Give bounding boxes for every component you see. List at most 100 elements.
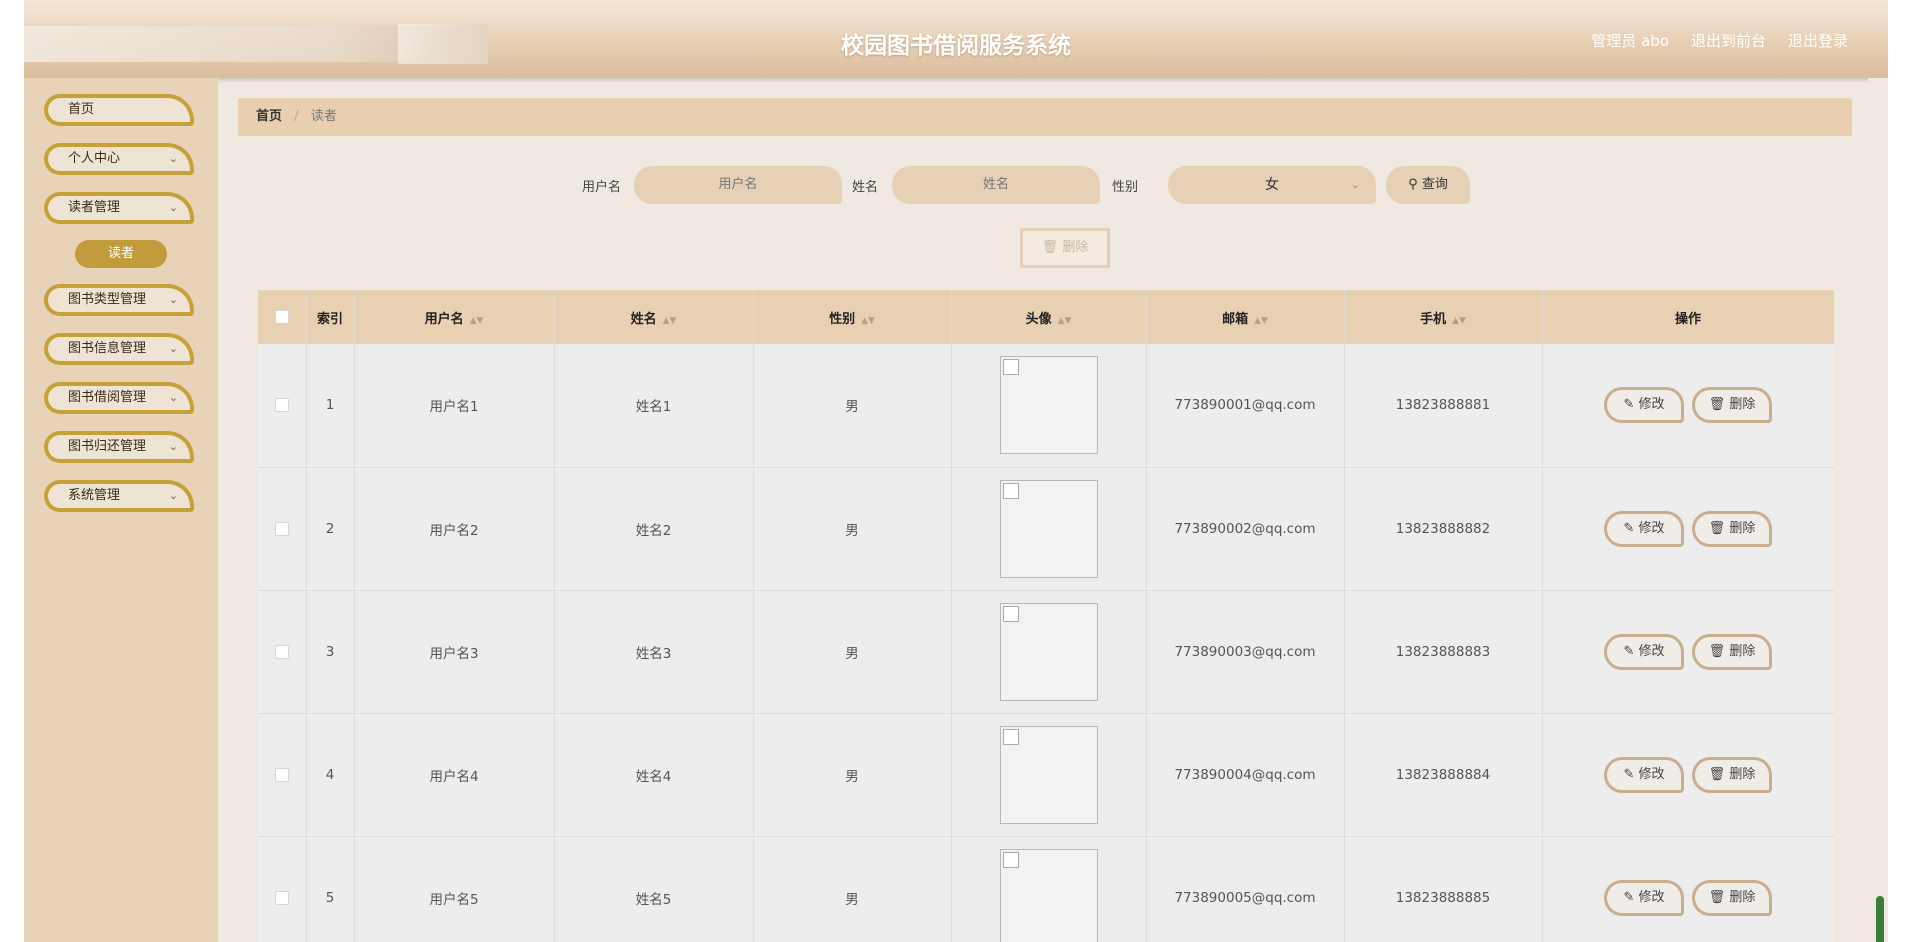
sidebar-subitem-reader[interactable]: 读者 bbox=[75, 240, 167, 268]
username-search-input[interactable] bbox=[634, 166, 842, 204]
cell-phone: 13823888882 bbox=[1344, 467, 1543, 590]
row-checkbox[interactable] bbox=[274, 644, 289, 659]
row-select-cell bbox=[258, 467, 307, 590]
reader-table: 索引 用户名 ▲▼ 姓名 ▲▼ 性别 ▲▼ 头像 ▲▼ 邮箱 ▲▼ 手机 ▲▼ 操作 1 bbox=[258, 290, 1834, 942]
gender-select-value: 女 bbox=[1265, 177, 1279, 193]
cell-index: 1 bbox=[306, 344, 355, 467]
trash-icon: 🗑 bbox=[1708, 643, 1726, 659]
avatar-image bbox=[999, 356, 1098, 455]
cell-actions: ✎ 修改 🗑 删除 bbox=[1542, 836, 1834, 942]
sidebar-item-label: 读者管理 bbox=[68, 200, 121, 215]
row-select-cell bbox=[258, 590, 307, 713]
column-header-email[interactable]: 邮箱 ▲▼ bbox=[1146, 290, 1345, 344]
search-bar: 用户名 姓名 性别 女 ⌄ ⚲ 查询 bbox=[218, 166, 1888, 204]
row-checkbox[interactable] bbox=[274, 398, 289, 413]
sidebar-item-personal-center[interactable]: 个人中心 ⌄ bbox=[44, 143, 194, 175]
avatar-image bbox=[999, 479, 1098, 578]
broken-image-icon bbox=[1002, 482, 1019, 499]
sidebar-item-label: 个人中心 bbox=[68, 151, 121, 166]
sort-icon: ▲▼ bbox=[1254, 315, 1268, 326]
chevron-down-icon: ⌄ bbox=[168, 201, 178, 214]
sidebar-item-book-type-management[interactable]: 图书类型管理 ⌄ bbox=[44, 284, 194, 316]
cell-phone: 13823888885 bbox=[1344, 836, 1543, 942]
search-button-label: 查询 bbox=[1421, 177, 1448, 192]
row-select-cell bbox=[258, 836, 307, 942]
row-checkbox[interactable] bbox=[274, 521, 289, 536]
table-row: 1 用户名1 姓名1 男 773890001@qq.com 1382388888… bbox=[258, 344, 1834, 467]
edit-button[interactable]: ✎ 修改 bbox=[1604, 633, 1684, 670]
sidebar-item-return-management[interactable]: 图书归还管理 ⌄ bbox=[44, 431, 194, 463]
row-select-cell bbox=[258, 344, 307, 467]
delete-button[interactable]: 🗑 删除 bbox=[1692, 387, 1772, 424]
trash-icon: 🗑 bbox=[1708, 889, 1726, 905]
cell-actions: ✎ 修改 🗑 删除 bbox=[1542, 344, 1834, 467]
edit-button-label: 修改 bbox=[1638, 766, 1665, 782]
cell-username: 用户名2 bbox=[354, 467, 555, 590]
gender-label: 性别 bbox=[1112, 180, 1139, 195]
cell-name: 姓名4 bbox=[554, 713, 754, 836]
edit-button[interactable]: ✎ 修改 bbox=[1604, 387, 1684, 424]
delete-button[interactable]: 🗑 删除 bbox=[1692, 756, 1772, 793]
select-all-checkbox[interactable] bbox=[274, 310, 289, 324]
delete-button-label: 删除 bbox=[1729, 889, 1756, 905]
delete-button[interactable]: 🗑 删除 bbox=[1692, 879, 1772, 916]
edit-icon: ✎ bbox=[1623, 643, 1635, 659]
edit-button-label: 修改 bbox=[1638, 643, 1665, 659]
cell-username: 用户名3 bbox=[354, 590, 555, 713]
row-checkbox[interactable] bbox=[274, 767, 289, 782]
username-label: 用户名 bbox=[582, 180, 622, 195]
broken-image-icon bbox=[1002, 605, 1019, 622]
delete-button-label: 删除 bbox=[1729, 766, 1756, 782]
sidebar-item-label: 图书信息管理 bbox=[68, 341, 147, 356]
sidebar-item-label: 图书借阅管理 bbox=[68, 390, 147, 405]
name-label: 姓名 bbox=[852, 180, 879, 195]
bulk-delete-button[interactable]: 🗑 删除 bbox=[1020, 228, 1110, 268]
column-header-index: 索引 bbox=[306, 290, 355, 344]
table-row: 2 用户名2 姓名2 男 773890002@qq.com 1382388888… bbox=[258, 467, 1834, 590]
delete-button-label: 删除 bbox=[1729, 643, 1756, 659]
cell-index: 3 bbox=[306, 590, 355, 713]
bulk-delete-label: 删除 bbox=[1062, 240, 1089, 255]
edit-button[interactable]: ✎ 修改 bbox=[1604, 756, 1684, 793]
edit-button[interactable]: ✎ 修改 bbox=[1604, 879, 1684, 916]
column-header-avatar[interactable]: 头像 ▲▼ bbox=[951, 290, 1147, 344]
chevron-down-icon: ⌄ bbox=[168, 342, 178, 355]
column-header-name[interactable]: 姓名 ▲▼ bbox=[554, 290, 754, 344]
sidebar-item-reader-management[interactable]: 读者管理 ⌄ bbox=[44, 192, 194, 224]
column-header-phone[interactable]: 手机 ▲▼ bbox=[1344, 290, 1543, 344]
table-row: 5 用户名5 姓名5 男 773890005@qq.com 1382388888… bbox=[258, 836, 1834, 942]
chevron-down-icon: ⌄ bbox=[168, 391, 178, 404]
column-header-gender[interactable]: 性别 ▲▼ bbox=[753, 290, 952, 344]
edit-button-label: 修改 bbox=[1638, 520, 1665, 536]
cell-phone: 13823888881 bbox=[1344, 344, 1543, 467]
sort-icon: ▲▼ bbox=[662, 315, 677, 326]
cell-email: 773890004@qq.com bbox=[1146, 713, 1345, 836]
search-button[interactable]: ⚲ 查询 bbox=[1386, 166, 1470, 204]
logout-link[interactable]: 退出登录 bbox=[1788, 30, 1848, 51]
scrollbar-thumb[interactable] bbox=[1876, 896, 1884, 942]
page-scrollbar[interactable] bbox=[1868, 78, 1888, 942]
sidebar-item-home[interactable]: 首页 bbox=[44, 94, 194, 126]
gender-select[interactable]: 女 ⌄ bbox=[1168, 166, 1376, 204]
breadcrumb-home[interactable]: 首页 bbox=[256, 109, 282, 124]
cell-actions: ✎ 修改 🗑 删除 bbox=[1542, 467, 1834, 590]
sort-icon: ▲▼ bbox=[1057, 315, 1072, 326]
delete-button[interactable]: 🗑 删除 bbox=[1692, 510, 1772, 547]
row-checkbox[interactable] bbox=[274, 890, 289, 905]
sidebar-item-book-info-management[interactable]: 图书信息管理 ⌄ bbox=[44, 333, 194, 365]
select-all-cell bbox=[258, 290, 307, 344]
sidebar-item-label: 图书类型管理 bbox=[68, 292, 147, 307]
name-search-input[interactable] bbox=[892, 166, 1100, 204]
edit-button[interactable]: ✎ 修改 bbox=[1604, 510, 1684, 547]
delete-button[interactable]: 🗑 删除 bbox=[1692, 633, 1772, 670]
sidebar-item-borrow-management[interactable]: 图书借阅管理 ⌄ bbox=[44, 382, 194, 414]
edit-icon: ✎ bbox=[1623, 889, 1635, 905]
cell-actions: ✎ 修改 🗑 删除 bbox=[1542, 713, 1834, 836]
cell-index: 5 bbox=[306, 836, 355, 942]
sidebar-item-system-management[interactable]: 系统管理 ⌄ bbox=[44, 480, 194, 512]
column-header-username[interactable]: 用户名 ▲▼ bbox=[354, 290, 555, 344]
back-to-frontend-link[interactable]: 退出到前台 bbox=[1691, 30, 1766, 51]
cell-avatar bbox=[951, 467, 1147, 590]
admin-user-label[interactable]: 管理员 abo bbox=[1591, 30, 1669, 51]
sidebar-item-label: 首页 bbox=[68, 102, 95, 117]
